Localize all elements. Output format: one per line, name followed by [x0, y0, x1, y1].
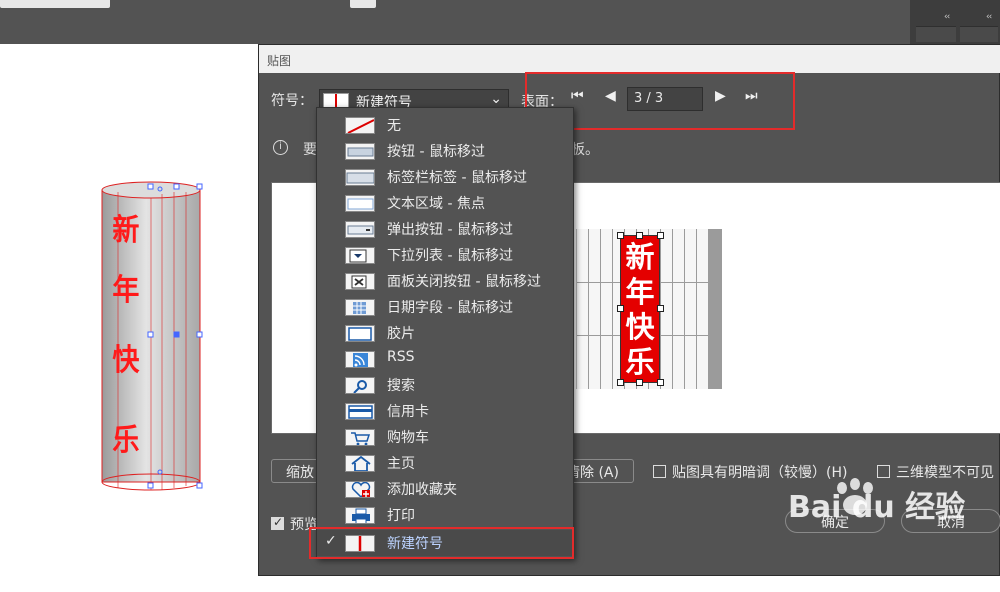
resize-handle[interactable]: [617, 305, 624, 312]
panel-close-icon: [345, 273, 375, 290]
print-icon: [345, 507, 375, 524]
info-icon: i: [273, 140, 288, 155]
credit-card-icon: [345, 403, 375, 420]
menu-item[interactable]: 日期字段 - 鼠标移过: [317, 294, 573, 320]
button-icon: [345, 143, 375, 160]
menu-item[interactable]: 无: [317, 112, 573, 138]
symbol-swatch-icon: [323, 93, 349, 108]
menu-item[interactable]: 搜索: [317, 372, 573, 398]
home-icon: [345, 455, 375, 472]
invisible-geometry-checkbox[interactable]: 三维模型不可见: [877, 462, 994, 482]
film-icon: [345, 325, 375, 342]
checkbox-box[interactable]: [653, 465, 666, 478]
rss-icon: [345, 351, 375, 368]
menu-item[interactable]: 面板关闭按钮 - 鼠标移过: [317, 268, 573, 294]
menu-item[interactable]: 打印: [317, 502, 573, 528]
popup-button-icon: [345, 221, 375, 238]
symbol-dropdown-menu: 无 按钮 - 鼠标移过 标签栏标签 - 鼠标移过 文本区域 - 焦点 弹出按钮 …: [316, 107, 574, 559]
mapped-symbol-text: 新年快乐: [625, 240, 655, 379]
resize-handle[interactable]: [657, 232, 664, 239]
menu-item[interactable]: 胶片: [317, 320, 573, 346]
menu-item[interactable]: 信用卡: [317, 398, 573, 424]
menu-item[interactable]: 购物车: [317, 424, 573, 450]
menu-item[interactable]: 按钮 - 鼠标移过: [317, 138, 573, 164]
info-text-start: 要: [303, 142, 317, 158]
add-favorite-icon: [345, 481, 375, 498]
svg-text:快: 快: [112, 343, 139, 378]
right-panel-dock: ‹‹ ‹‹: [910, 0, 1000, 44]
checkbox-box[interactable]: [271, 515, 284, 530]
resize-handle[interactable]: [657, 379, 664, 386]
date-field-icon: [345, 299, 375, 316]
search-icon: [345, 377, 375, 394]
menu-item[interactable]: RSS: [317, 346, 573, 372]
toolbar-field[interactable]: [0, 0, 110, 8]
dropdown-list-icon: [345, 247, 375, 264]
resize-handle[interactable]: [657, 305, 664, 312]
menu-item[interactable]: 主页: [317, 450, 573, 476]
resize-handle[interactable]: [636, 232, 643, 239]
dialog-title: 贴图: [259, 45, 1000, 73]
svg-text:乐: 乐: [112, 423, 139, 458]
none-icon: [345, 117, 375, 134]
menu-item[interactable]: 弹出按钮 - 鼠标移过: [317, 216, 573, 242]
menu-item[interactable]: 添加收藏夹: [317, 476, 573, 502]
resize-handle[interactable]: [617, 232, 624, 239]
app-toolbar: ‹‹ ‹‹: [0, 0, 1000, 44]
cylinder-artwork[interactable]: 新 年 快 乐: [98, 180, 204, 492]
panel-tab[interactable]: [916, 26, 956, 42]
info-text-end: 板。: [571, 142, 599, 158]
watermark-text: Bai du 经验: [788, 490, 966, 525]
resize-handle[interactable]: [636, 379, 643, 386]
toolbar-field[interactable]: [350, 0, 376, 8]
cart-icon: [345, 429, 375, 446]
svg-text:年: 年: [112, 273, 139, 308]
symbol-label: 符号：: [271, 93, 313, 109]
menu-item[interactable]: 下拉列表 - 鼠标移过: [317, 242, 573, 268]
collapse-icon[interactable]: ‹‹: [986, 12, 992, 22]
menu-item[interactable]: 文本区域 - 焦点: [317, 190, 573, 216]
highlight-box: [309, 527, 574, 559]
collapse-icon[interactable]: ‹‹: [944, 12, 950, 22]
chevron-down-icon: ⌄: [490, 91, 502, 107]
panel-tab[interactable]: [960, 26, 998, 42]
invisible-geometry-label: 三维模型不可见: [896, 465, 994, 481]
tab-icon: [345, 169, 375, 186]
checkbox-box[interactable]: [877, 465, 890, 478]
shading-checkbox[interactable]: 贴图具有明暗调（较慢）(H): [653, 462, 847, 482]
resize-handle[interactable]: [617, 379, 624, 386]
text-area-icon: [345, 195, 375, 212]
shading-label: 贴图具有明暗调（较慢）(H): [672, 465, 848, 481]
menu-item[interactable]: 标签栏标签 - 鼠标移过: [317, 164, 573, 190]
svg-text:新: 新: [112, 213, 139, 248]
mapped-symbol[interactable]: 新年快乐: [620, 235, 660, 383]
